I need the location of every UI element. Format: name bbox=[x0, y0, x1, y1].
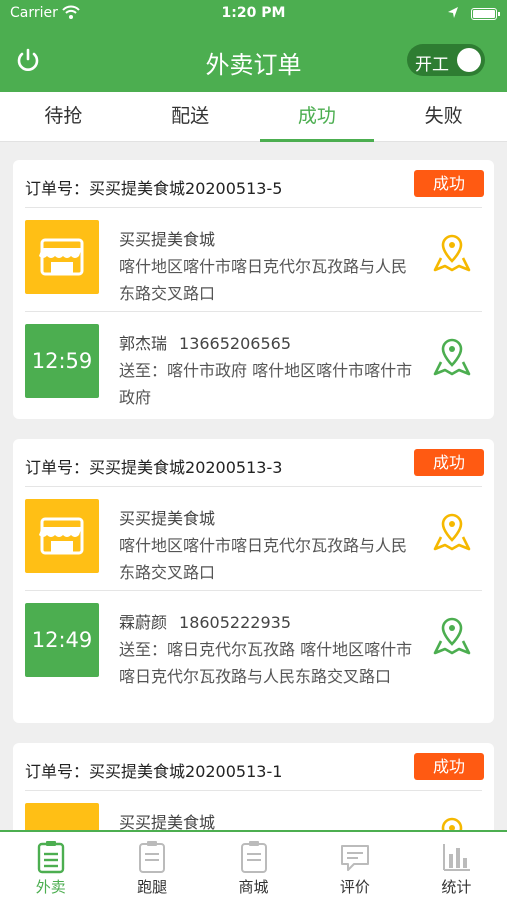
customer-name: 郭杰瑞 bbox=[119, 334, 168, 353]
shop-name: 买买提美食城 bbox=[119, 813, 216, 830]
customer-contact: 郭杰瑞 13665206565 bbox=[119, 330, 419, 357]
order-header: 订单号：买买提美食城20200513-1 成功 bbox=[25, 743, 484, 791]
shop-name: 买买提美食城 bbox=[119, 230, 216, 249]
clock: 1:20 PM bbox=[221, 5, 286, 21]
delivery-timer: 12:59 bbox=[25, 324, 99, 398]
delivery-timer: 12:49 bbox=[25, 603, 99, 677]
customer-phone[interactable]: 13665206565 bbox=[179, 334, 291, 353]
order-header: 订单号：买买提美食城20200513-3 成功 bbox=[25, 439, 484, 487]
shop-thumb bbox=[25, 499, 99, 573]
store-icon bbox=[39, 517, 84, 555]
shop-thumb bbox=[25, 803, 99, 830]
shop-name: 买买提美食城 bbox=[119, 509, 216, 528]
comment-icon bbox=[340, 845, 369, 871]
shop-map-pin-icon[interactable] bbox=[432, 232, 472, 274]
shop-info: 买买提美食城 喀什地区喀什市喀日克代尔瓦孜路与人民东路交叉路口 bbox=[119, 505, 419, 586]
order-list[interactable]: 订单号：买买提美食城20200513-5 成功 买买提美食城 喀什地区喀什市喀日… bbox=[0, 142, 507, 830]
shop-thumb bbox=[25, 220, 99, 294]
tabbar-item-errand[interactable]: 跑腿 bbox=[101, 832, 202, 900]
battery-icon bbox=[471, 8, 500, 20]
tabbar-item-review[interactable]: 评价 bbox=[304, 832, 405, 900]
status-badge: 成功 bbox=[414, 170, 484, 197]
status-bar: Carrier 1:20 PM bbox=[0, 0, 507, 28]
customer-row: 12:59 郭杰瑞 13665206565 送至：喀什市政府 喀什地区喀什市喀什市… bbox=[25, 312, 482, 416]
order-card[interactable]: 订单号：买买提美食城20200513-5 成功 买买提美食城 喀什地区喀什市喀日… bbox=[13, 160, 494, 419]
shop-address: 喀什地区喀什市喀日克代尔瓦孜路与人民东路交叉路口 bbox=[119, 536, 408, 582]
tabbar-label: 统计 bbox=[441, 878, 472, 896]
order-number: 订单号：买买提美食城20200513-1 bbox=[25, 762, 283, 781]
clipboard-list-icon bbox=[37, 841, 64, 874]
tabbar-item-mall[interactable]: 商城 bbox=[203, 832, 304, 900]
customer-info: 郭杰瑞 13665206565 送至：喀什市政府 喀什地区喀什市喀什市政府 bbox=[119, 330, 419, 411]
work-toggle-label: 开工 bbox=[415, 55, 449, 75]
customer-contact: 霖蔚颜 18605222935 bbox=[119, 609, 419, 636]
order-number: 订单号：买买提美食城20200513-3 bbox=[25, 458, 283, 477]
tabbar-item-stats[interactable]: 统计 bbox=[406, 832, 507, 900]
order-header: 订单号：买买提美食城20200513-5 成功 bbox=[25, 160, 484, 208]
tab-delivering[interactable]: 配送 bbox=[127, 92, 254, 141]
delivery-address: 送至：喀日克代尔瓦孜路 喀什地区喀什市喀日克代尔瓦孜路与人民东路交叉路口 bbox=[119, 640, 413, 686]
tabbar-label: 商城 bbox=[238, 878, 269, 896]
shop-info: 买买提美食城 喀什地区喀什市喀日克代尔瓦孜路与人民东路交叉路口 bbox=[119, 226, 419, 307]
customer-map-pin-icon[interactable] bbox=[432, 336, 472, 378]
customer-row: 12:49 霖蔚颜 18605222935 送至：喀日克代尔瓦孜路 喀什地区喀什市… bbox=[25, 591, 482, 721]
shop-map-pin-icon[interactable] bbox=[432, 511, 472, 553]
order-card[interactable]: 订单号：买买提美食城20200513-1 成功 买买提美食城 bbox=[13, 743, 494, 830]
shop-row: 买买提美食城 喀什地区喀什市喀日克代尔瓦孜路与人民东路交叉路口 bbox=[25, 208, 482, 312]
tab-success[interactable]: 成功 bbox=[254, 92, 381, 142]
tabbar-label: 外卖 bbox=[35, 878, 66, 896]
shop-map-pin-icon[interactable] bbox=[432, 815, 472, 830]
tabbar-label: 评价 bbox=[339, 878, 370, 896]
store-icon bbox=[39, 238, 84, 276]
toggle-knob bbox=[457, 48, 481, 72]
customer-info: 霖蔚颜 18605222935 送至：喀日克代尔瓦孜路 喀什地区喀什市喀日克代尔瓦… bbox=[119, 609, 419, 690]
bottom-tab-bar: 外卖 跑腿 商城 评价 统计 bbox=[0, 830, 507, 900]
clipboard-icon bbox=[240, 841, 267, 873]
work-toggle[interactable]: 开工 bbox=[407, 44, 485, 76]
customer-map-pin-icon[interactable] bbox=[432, 615, 472, 657]
order-number: 订单号：买买提美食城20200513-5 bbox=[25, 179, 283, 198]
order-status-tabs: 待抢 配送 成功 失败 bbox=[0, 92, 507, 142]
tabbar-item-takeout[interactable]: 外卖 bbox=[0, 832, 101, 900]
shop-info: 买买提美食城 bbox=[119, 809, 419, 830]
nav-bar: 外卖订单 开工 bbox=[0, 28, 507, 92]
bar-chart-icon bbox=[443, 844, 471, 871]
tab-failed[interactable]: 失败 bbox=[380, 92, 507, 141]
customer-phone[interactable]: 18605222935 bbox=[179, 613, 291, 632]
clipboard-icon bbox=[139, 841, 166, 873]
delivery-address: 送至：喀什市政府 喀什地区喀什市喀什市政府 bbox=[119, 361, 413, 407]
shop-row: 买买提美食城 bbox=[25, 791, 482, 830]
shop-row: 买买提美食城 喀什地区喀什市喀日克代尔瓦孜路与人民东路交叉路口 bbox=[25, 487, 482, 591]
customer-name: 霖蔚颜 bbox=[119, 613, 168, 632]
tabbar-label: 跑腿 bbox=[137, 878, 168, 896]
order-card[interactable]: 订单号：买买提美食城20200513-3 成功 买买提美食城 喀什地区喀什市喀日… bbox=[13, 439, 494, 723]
shop-address: 喀什地区喀什市喀日克代尔瓦孜路与人民东路交叉路口 bbox=[119, 257, 408, 303]
status-badge: 成功 bbox=[414, 753, 484, 780]
status-badge: 成功 bbox=[414, 449, 484, 476]
tab-pending[interactable]: 待抢 bbox=[0, 92, 127, 141]
location-arrow-icon bbox=[448, 7, 458, 18]
